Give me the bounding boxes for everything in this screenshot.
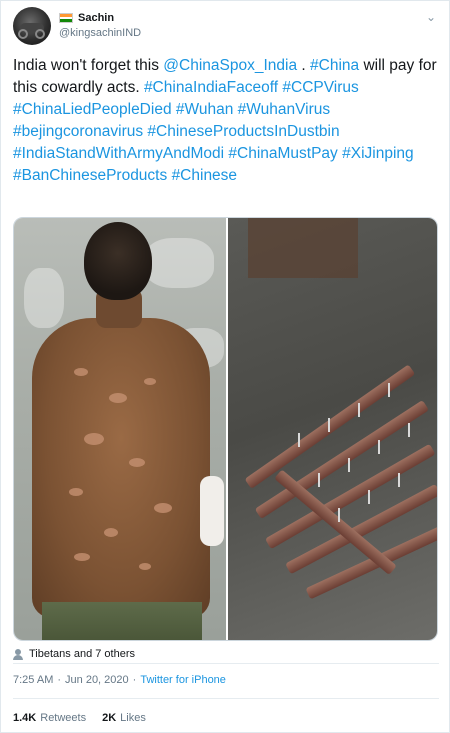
- tweet-header: Sachin @kingsachinIND ⌄: [13, 7, 439, 47]
- hashtag-link[interactable]: #CCPVirus: [282, 79, 358, 96]
- hashtag-link[interactable]: #Wuhan: [176, 101, 233, 118]
- likes-label: Likes: [120, 712, 146, 724]
- person-icon: [13, 648, 23, 660]
- hashtag-link[interactable]: #WuhanVirus: [238, 101, 331, 118]
- tweet-text-segment: India won't forget this: [13, 57, 164, 74]
- tweet-text-segment: .: [297, 57, 311, 74]
- name-row: Sachin: [59, 10, 114, 26]
- avatar[interactable]: [13, 7, 51, 45]
- tweet-date[interactable]: Jun 20, 2020: [65, 674, 129, 686]
- tweet-stats: 1.4K Retweets 2K Likes: [13, 710, 162, 726]
- divider: [13, 663, 439, 664]
- separator: ·: [57, 674, 62, 686]
- india-flag-icon: [59, 13, 73, 23]
- photo-spiked-rods[interactable]: [226, 218, 437, 640]
- chevron-down-icon[interactable]: ⌄: [423, 9, 439, 25]
- retweets-count: 1.4K: [13, 712, 37, 724]
- mention-link[interactable]: @ChinaSpox_India: [163, 57, 297, 74]
- hashtag-link[interactable]: #IndiaStandWithArmyAndModi: [13, 145, 224, 162]
- separator: ·: [132, 674, 137, 686]
- liked-by-text[interactable]: Tibetans and 7 others: [29, 648, 135, 660]
- tweet-time[interactable]: 7:25 AM: [13, 674, 53, 686]
- hashtag-link[interactable]: #ChinaMustPay: [228, 145, 337, 162]
- user-handle[interactable]: @kingsachinIND: [59, 27, 141, 39]
- retweets-label: Retweets: [40, 712, 87, 724]
- hashtag-link[interactable]: #ChineseProductsInDustbin: [147, 123, 339, 140]
- tweet-meta: 7:25 AM · Jun 20, 2020 · Twitter for iPh…: [13, 672, 226, 688]
- hashtag-link[interactable]: #ChinaIndiaFaceoff: [144, 79, 278, 96]
- photo-injured-back[interactable]: [14, 218, 226, 640]
- hashtag-link[interactable]: #Chinese: [172, 167, 238, 184]
- retweets-stat[interactable]: 1.4K Retweets: [13, 712, 86, 724]
- likes-count: 2K: [102, 712, 117, 724]
- tweet-text: India won't forget this @ChinaSpox_India…: [13, 55, 441, 187]
- hashtag-link[interactable]: #XiJinping: [342, 145, 414, 162]
- liked-by-row[interactable]: Tibetans and 7 others: [13, 646, 135, 662]
- hashtag-link[interactable]: #China: [310, 57, 359, 74]
- hashtag-link[interactable]: #ChinaLiedPeopleDied: [13, 101, 172, 118]
- likes-stat[interactable]: 2K Likes: [102, 712, 146, 724]
- hashtag-link[interactable]: #bejingcoronavirus: [13, 123, 143, 140]
- hashtag-link[interactable]: #BanChineseProducts: [13, 167, 167, 184]
- tweet-source[interactable]: Twitter for iPhone: [140, 674, 226, 686]
- divider: [13, 698, 439, 699]
- display-name[interactable]: Sachin: [78, 12, 114, 24]
- tweet-media[interactable]: [13, 217, 438, 641]
- tweet-card: Sachin @kingsachinIND ⌄ India won't forg…: [0, 0, 450, 733]
